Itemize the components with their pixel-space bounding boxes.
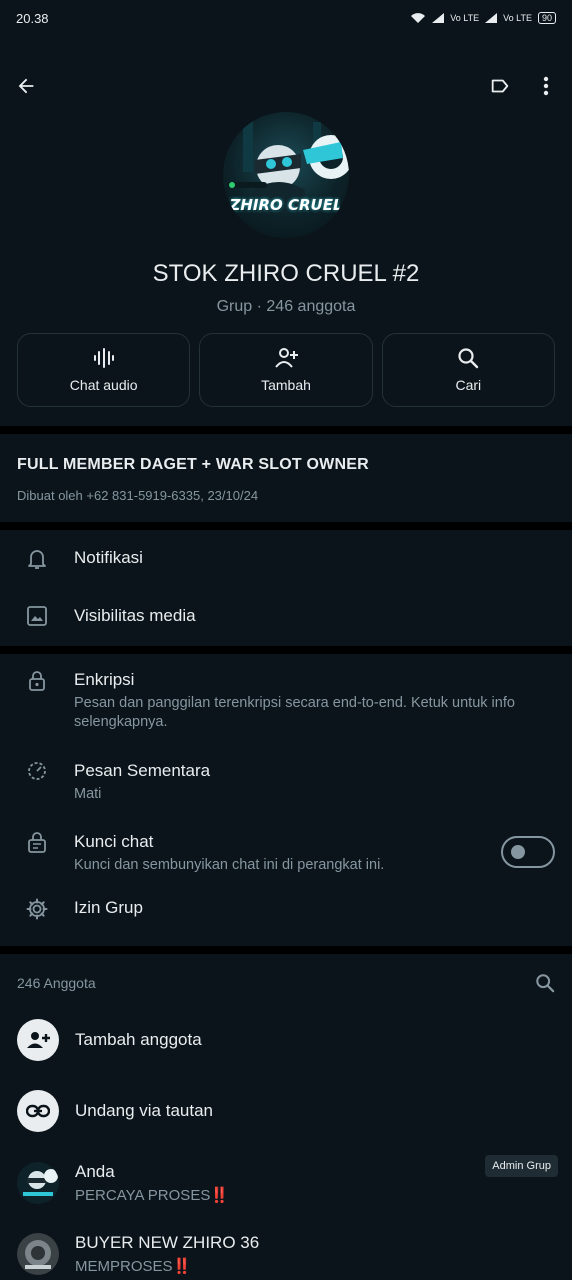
divider: [0, 426, 572, 434]
chat-lock-subtitle: Kunci dan sembunyikan chat ini di perang…: [74, 857, 385, 873]
disappearing-title: Pesan Sementara: [74, 761, 211, 780]
chat-lock-icon: [28, 832, 46, 853]
avatar-logo-text: ZHIRO CRUEL: [229, 196, 343, 214]
member-name: BUYER NEW ZHIRO 36: [75, 1233, 260, 1252]
back-arrow-icon[interactable]: [14, 74, 38, 98]
privacy-section: Enkripsi Pesan dan panggilan terenkripsi…: [0, 654, 572, 946]
image-icon: [27, 606, 47, 626]
chat-lock-title: Kunci chat: [74, 832, 154, 851]
gear-icon: [26, 898, 48, 920]
app-bar: [0, 56, 572, 116]
chat-audio-label: Chat audio: [69, 377, 138, 393]
action-buttons: Chat audio Tambah Cari: [17, 333, 555, 407]
members-count: 246 Anggota: [17, 975, 96, 991]
divider: [0, 522, 572, 530]
divider: [0, 946, 572, 954]
status-icons: Vo LTE Vo LTE 90: [410, 12, 556, 24]
chat-lock-toggle[interactable]: [501, 836, 555, 868]
description-title: FULL MEMBER DAGET + WAR SLOT OWNER: [17, 456, 369, 473]
encryption-subtitle: Pesan dan panggilan terenkripsi secara e…: [74, 695, 515, 730]
signal-icon-2: [485, 13, 498, 23]
toggle-knob: [511, 845, 525, 859]
member-status: PERCAYA PROSES‼️: [75, 1187, 230, 1204]
add-person-icon: [27, 1032, 50, 1048]
invite-link-label: Undang via tautan: [75, 1100, 213, 1120]
group-description[interactable]: FULL MEMBER DAGET + WAR SLOT OWNER Dibua…: [0, 434, 572, 522]
group-permissions-row[interactable]: Izin Grup: [0, 898, 572, 946]
group-header: ZHIRO CRUEL STOK ZHIRO CRUEL #2 Grup · 2…: [0, 56, 572, 426]
wifi-icon: [411, 13, 426, 23]
add-member-avatar: [17, 1019, 59, 1061]
avatar: [17, 1233, 59, 1275]
member-name: Anda: [75, 1162, 115, 1181]
add-button[interactable]: Tambah: [199, 333, 373, 407]
add-member-label: Tambah anggota: [75, 1030, 202, 1049]
group-subtitle[interactable]: Grup · 246 anggota: [0, 298, 572, 316]
group-avatar[interactable]: ZHIRO CRUEL: [223, 112, 349, 238]
timer-icon: [28, 762, 46, 780]
disappearing-status: Mati: [74, 786, 102, 802]
status-time: 20.38: [16, 10, 49, 26]
group-permissions-label: Izin Grup: [74, 898, 143, 917]
notifications-label: Notifikasi: [74, 548, 143, 567]
battery-icon: 90: [537, 12, 556, 24]
search-label: Cari: [455, 377, 482, 393]
chat-lock-row[interactable]: Kunci chat Kunci dan sembunyikan chat in…: [0, 832, 572, 898]
group-name: STOK ZHIRO CRUEL #2: [152, 260, 420, 287]
avatar-character-art: [227, 112, 349, 212]
member-row[interactable]: Anda PERCAYA PROSES‼️ Admin Grup: [0, 1153, 572, 1213]
members-section: 246 Anggota Tambah anggota Undang via ta…: [0, 954, 572, 1280]
add-label: Tambah: [261, 377, 311, 393]
invite-link-row[interactable]: Undang via tautan: [0, 1068, 572, 1153]
avatar: [17, 1162, 59, 1204]
add-member-row[interactable]: Tambah anggota: [0, 1012, 572, 1068]
lock-icon: [29, 671, 45, 691]
member-status: MEMPROSES‼️: [75, 1258, 192, 1275]
chat-audio-button[interactable]: Chat audio: [17, 333, 191, 407]
disappearing-messages-row[interactable]: Pesan Sementara Mati: [0, 761, 572, 832]
search-button[interactable]: Cari: [381, 333, 555, 407]
media-settings-section: Notifikasi Visibilitas media: [0, 530, 572, 646]
add-person-icon: [275, 348, 298, 368]
audio-wave-icon: [93, 348, 114, 368]
media-visibility-row[interactable]: Visibilitas media: [0, 606, 572, 656]
search-icon: [458, 348, 479, 369]
signal-icon: [432, 13, 445, 23]
encryption-row[interactable]: Enkripsi Pesan dan panggilan terenkripsi…: [0, 670, 572, 761]
members-search-icon[interactable]: [535, 973, 555, 993]
more-options-icon[interactable]: [534, 74, 558, 98]
network-label-1: Vo LTE: [450, 13, 480, 23]
description-meta: Dibuat oleh +62 831-5919-6335, 23/10/24: [17, 488, 259, 503]
encryption-title: Enkripsi: [74, 670, 135, 689]
link-icon: [26, 1104, 50, 1117]
admin-badge: Admin Grup: [485, 1155, 558, 1177]
media-visibility-label: Visibilitas media: [74, 606, 196, 625]
members-header: 246 Anggota: [0, 954, 572, 1012]
invite-link-avatar: [17, 1089, 59, 1132]
label-tag-icon[interactable]: [488, 74, 512, 98]
notifications-row[interactable]: Notifikasi: [0, 548, 572, 606]
network-label-2: Vo LTE: [503, 13, 532, 23]
status-bar: 20.38 Vo LTE Vo LTE 90: [0, 0, 572, 36]
member-row[interactable]: BUYER NEW ZHIRO 36 MEMPROSES‼️: [0, 1213, 572, 1280]
bell-icon: [28, 550, 46, 569]
